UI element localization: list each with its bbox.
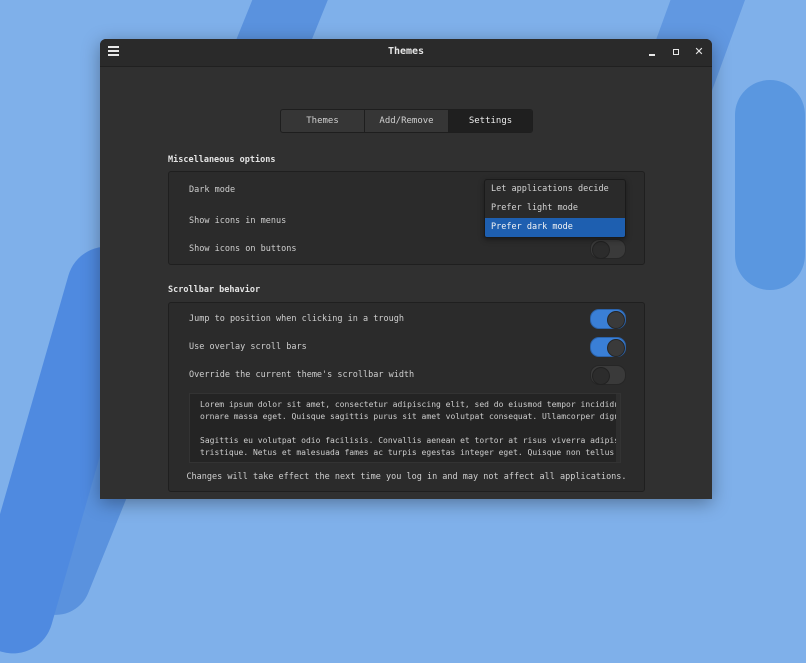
tab-add-remove[interactable]: Add/Remove [365,110,449,132]
minimize-icon[interactable] [645,45,659,59]
preview-line: Lorem ipsum dolor sit amet, consectetur … [200,400,621,421]
option-let-applications-decide[interactable]: Let applications decide [485,180,625,199]
option-prefer-dark-mode[interactable]: Prefer dark mode [485,218,625,237]
jump-toggle[interactable] [590,309,626,329]
icons-buttons-row: Show icons on buttons [169,234,644,262]
preview-scrollbar[interactable] [616,394,620,462]
icons-buttons-toggle[interactable] [590,239,626,259]
jump-row: Jump to position when clicking in a trou… [169,304,644,332]
misc-section-title: Miscellaneous options [168,155,276,165]
overlay-toggle[interactable] [590,337,626,357]
tab-settings[interactable]: Settings [449,110,532,132]
scrollbar-preview-text[interactable]: Lorem ipsum dolor sit amet, consectetur … [189,393,621,463]
jump-label: Jump to position when clicking in a trou… [189,314,404,324]
overlay-label: Use overlay scroll bars [189,342,307,352]
maximize-icon[interactable] [669,45,683,59]
scrollbar-section-title: Scrollbar behavior [168,285,261,295]
overlay-row: Use overlay scroll bars [169,332,644,360]
override-toggle[interactable] [590,365,626,385]
override-row: Override the current theme's scrollbar w… [169,360,644,388]
changes-notice: Changes will take effect the next time y… [186,472,627,482]
close-icon[interactable]: ✕ [692,45,706,59]
option-prefer-light-mode[interactable]: Prefer light mode [485,199,625,218]
dark-mode-label: Dark mode [189,185,236,195]
preview-line: Sagittis eu volutpat odio facilisis. Con… [200,436,621,457]
window-title: Themes [387,46,425,57]
themes-window: Themes ✕ Themes Add/Remove Settings Misc… [100,39,712,499]
title-bar: Themes ✕ [100,39,712,67]
icons-menus-label: Show icons in menus [189,216,287,226]
override-label: Override the current theme's scrollbar w… [189,370,415,380]
tab-themes[interactable]: Themes [281,110,365,132]
dark-mode-dropdown[interactable]: Let applications decide Prefer light mod… [484,179,626,238]
background-stripe [735,80,805,290]
scrollbar-panel: Jump to position when clicking in a trou… [168,302,645,492]
icons-buttons-label: Show icons on buttons [189,244,297,254]
tab-bar: Themes Add/Remove Settings [280,109,533,133]
